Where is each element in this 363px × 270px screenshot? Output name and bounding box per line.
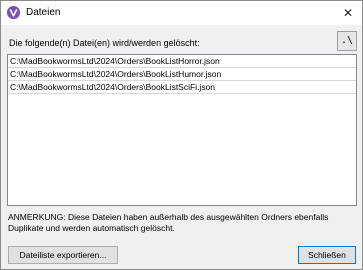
close-button[interactable]: Schließen: [298, 246, 356, 264]
delete-prompt: Die folgende(n) Datei(en) wird/werden ge…: [9, 38, 200, 48]
export-file-list-button[interactable]: Dateiliste exportieren...: [8, 246, 118, 264]
title-bar[interactable]: Dateien ✕: [1, 1, 362, 25]
list-item[interactable]: C:\MadBookwormsLtd\2024\Orders\BookListH…: [8, 68, 356, 81]
file-list[interactable]: C:\MadBookwormsLtd\2024\Orders\BookListH…: [7, 54, 357, 206]
app-logo-icon: [7, 6, 20, 19]
files-dialog: Dateien ✕ Die folgende(n) Datei(en) wird…: [0, 0, 363, 270]
open-folder-button[interactable]: .\: [337, 31, 357, 51]
close-icon[interactable]: ✕: [340, 5, 356, 21]
window-title: Dateien: [26, 7, 61, 18]
list-item[interactable]: C:\MadBookwormsLtd\2024\Orders\BookListS…: [8, 81, 356, 94]
duplicate-note: ANMERKUNG: Diese Dateien haben außerhalb…: [8, 212, 329, 233]
list-item[interactable]: C:\MadBookwormsLtd\2024\Orders\BookListH…: [8, 55, 356, 68]
